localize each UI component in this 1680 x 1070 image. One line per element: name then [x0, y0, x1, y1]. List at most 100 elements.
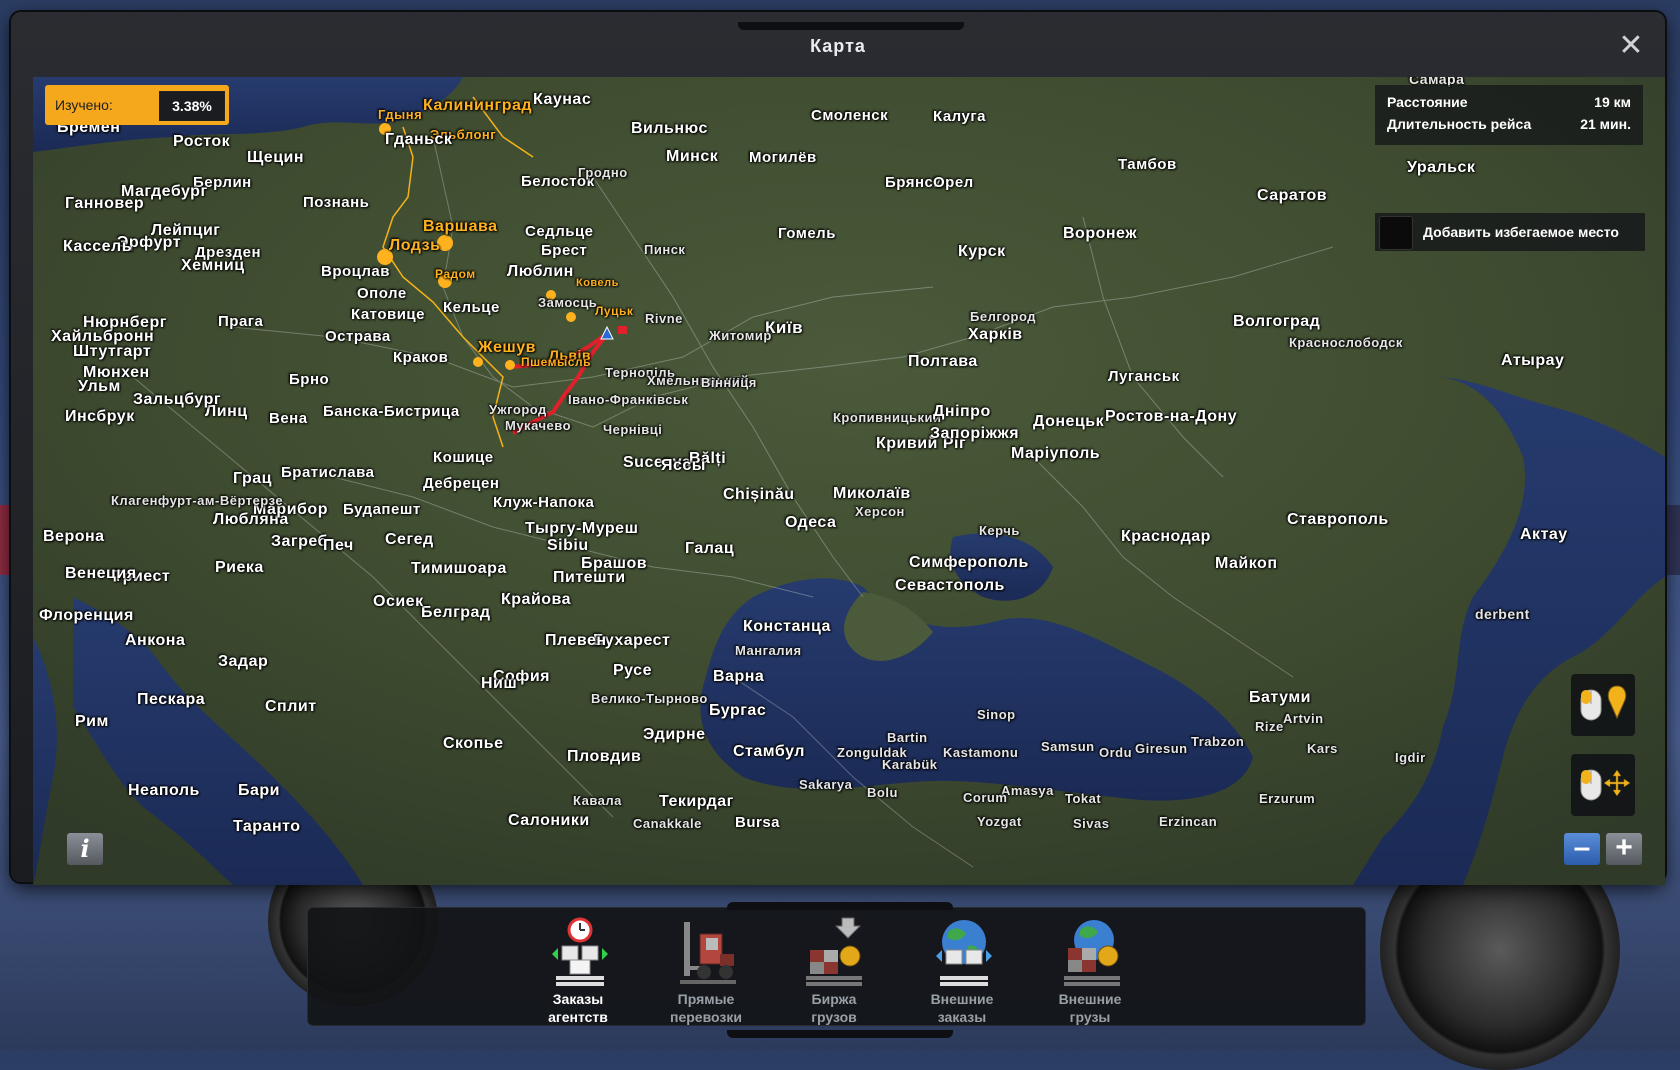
city-label-rim: Рим — [75, 713, 109, 730]
city-label-poznan: Познань — [303, 194, 370, 211]
city-label-sivas: Sivas — [1073, 816, 1110, 831]
city-label-kassel: Кассель — [63, 238, 133, 255]
city-label-brest: Брест — [541, 242, 588, 259]
distance-label: Расстояние — [1387, 94, 1468, 110]
zoom-in-button[interactable]: + — [1606, 833, 1642, 865]
city-label-plovdiv: Пловдив — [567, 748, 642, 765]
add-avoided-place-button[interactable]: Добавить избегаемое место — [1375, 213, 1645, 251]
city-label-krasnoslobodsk: Краснослободск — [1289, 335, 1403, 350]
city-label-rostok: Росток — [173, 133, 231, 150]
city-label-ivano: Івано-Франківськ — [568, 392, 689, 407]
city-label-erzincan: Erzincan — [1159, 814, 1218, 829]
city-label-artvin: Artvin — [1283, 711, 1324, 726]
city-label-hannover: Ганновер — [65, 195, 145, 212]
city-label-chernivtsi: Чернівці — [603, 422, 663, 437]
city-label-yozgat: Yozgat — [977, 814, 1022, 829]
city-label-erzurum: Erzurum — [1259, 791, 1316, 806]
tab-agency-orders[interactable]: Заказы агентств — [523, 912, 633, 1025]
city-label-tokat: Tokat — [1065, 791, 1102, 806]
info-button[interactable]: i — [67, 833, 103, 865]
mouse-waypoint-control[interactable] — [1571, 674, 1635, 736]
city-label-split: Сплит — [265, 698, 317, 715]
city-label-vilnius: Вильнюс — [631, 120, 708, 137]
city-label-istanbul: Стамбул — [733, 743, 805, 760]
city-label-zhytomyr: Житомир — [709, 328, 772, 343]
city-label-maikop: Майкоп — [1215, 555, 1278, 572]
city-label-kerch: Керчь — [979, 523, 1020, 538]
city-label-shchecin: Щецин — [247, 149, 305, 166]
duration-value: 21 мин. — [1580, 116, 1631, 132]
tab-external-cargo[interactable]: Внешние грузы — [1035, 912, 1145, 1025]
zoom-out-button[interactable]: – — [1564, 833, 1600, 865]
city-label-kosice: Кошице — [433, 449, 494, 466]
city-label-vinnytsia: Вінниця — [701, 375, 757, 390]
city-label-mykolaiv: Миколаїв — [833, 485, 911, 502]
mouse-pan-control[interactable] — [1571, 754, 1635, 816]
city-label-nish: Ниш — [481, 675, 518, 692]
city-label-kaunas: Каунас — [533, 91, 592, 108]
city-label-bursa: Bursa — [735, 814, 781, 831]
city-label-volgograd: Волгоград — [1233, 313, 1321, 330]
route-info-panel: Расстояние 19 км Длительность рейса 21 м… — [1375, 85, 1643, 145]
city-label-luhansk: Луганськ — [1108, 368, 1180, 385]
avoid-checkbox[interactable] — [1379, 216, 1413, 250]
tab-agency-orders-line2: агентств — [548, 1009, 608, 1025]
city-label-ulm: Ульм — [78, 378, 121, 395]
city-label-zaporizhzhia: Запоріжжя — [930, 425, 1020, 442]
city-label-trabzon: Trabzon — [1191, 734, 1245, 749]
city-label-peremyshl: Пшемысль — [521, 355, 591, 369]
explored-label: Изучено: — [55, 97, 113, 113]
mouse-pan-icon — [1580, 769, 1631, 801]
city-label-tekirdag: Текирдаг — [659, 793, 734, 810]
city-label-katowice: Катовице — [351, 306, 425, 323]
city-label-klagenfurt: Клагенфурт-ам-Вёртерзе — [111, 493, 284, 508]
city-label-chemnitz: Хемниц — [181, 257, 245, 274]
city-label-ancona: Анкона — [125, 632, 186, 649]
explored-value: 3.38% — [159, 91, 225, 121]
city-label-kielce: Кельце — [443, 299, 500, 316]
mouse-waypoint-icon — [1580, 685, 1627, 721]
city-label-lodz: Лодзь — [389, 237, 441, 254]
city-label-kaliningrad: Калининград — [423, 97, 533, 114]
tab-cargo-exchange[interactable]: Биржа грузов — [779, 912, 889, 1025]
tab-direct-transport[interactable]: Прямые перевозки — [651, 912, 761, 1025]
city-label-donetsk: Донецьк — [1033, 413, 1105, 430]
cargo-exchange-icon — [806, 917, 862, 986]
map-view[interactable]: Калининград Каунас Гдыня Эльблонг Гданьс… — [33, 77, 1665, 885]
city-label-voronezh: Воронеж — [1063, 225, 1138, 242]
window-top-tab — [738, 22, 964, 30]
globe-cargo-icon — [1064, 920, 1120, 986]
city-label-igdir: Igdir — [1395, 750, 1426, 765]
city-label-minsk: Минск — [666, 148, 719, 165]
city-label-napoli: Неаполь — [128, 782, 200, 799]
city-label-bari: Бари — [238, 782, 281, 799]
city-label-gomel: Гомель — [778, 225, 836, 242]
forklift-icon — [680, 922, 736, 984]
city-label-kaluga: Калуга — [933, 108, 986, 125]
city-label-mangalia: Мангалия — [735, 643, 802, 658]
close-icon[interactable]: ✕ — [1617, 31, 1645, 61]
city-label-dnipro: Дніпро — [933, 403, 991, 420]
tab-external-orders[interactable]: Внешние заказы — [907, 912, 1017, 1025]
city-label-gdansk: Гданьск — [385, 131, 453, 148]
city-label-kharkiv: Харків — [968, 326, 1023, 343]
city-label-florence: Флоренция — [39, 607, 134, 624]
city-label-constanta: Констанца — [743, 618, 831, 635]
city-label-graz: Грац — [233, 470, 272, 487]
city-label-banska: Банска-Бистрица — [323, 403, 460, 420]
city-label-belgorod: Белгород — [970, 309, 1036, 324]
city-label-uzhhorod: Ужгород — [489, 402, 547, 417]
city-label-atyrau: Атырау — [1501, 352, 1565, 369]
destination-marker — [618, 326, 627, 334]
city-label-stavropol: Ставрополь — [1287, 511, 1389, 528]
city-label-vena: Вена — [269, 410, 308, 427]
tab-external-cargo-line2: грузы — [1069, 1009, 1111, 1025]
tab-agency-orders-line1: Заказы — [552, 991, 604, 1007]
distance-value: 19 км — [1594, 94, 1631, 110]
city-label-debrecen: Дебрецен — [423, 475, 500, 492]
city-label-chisinau: Chișinău — [723, 486, 795, 503]
city-label-veliko: Велико-Тырново — [591, 691, 708, 706]
city-label-wroclaw: Вроцлав — [321, 263, 390, 280]
city-label-radom: Радом — [435, 267, 476, 281]
city-label-lutsk: Луцьк — [595, 304, 634, 318]
